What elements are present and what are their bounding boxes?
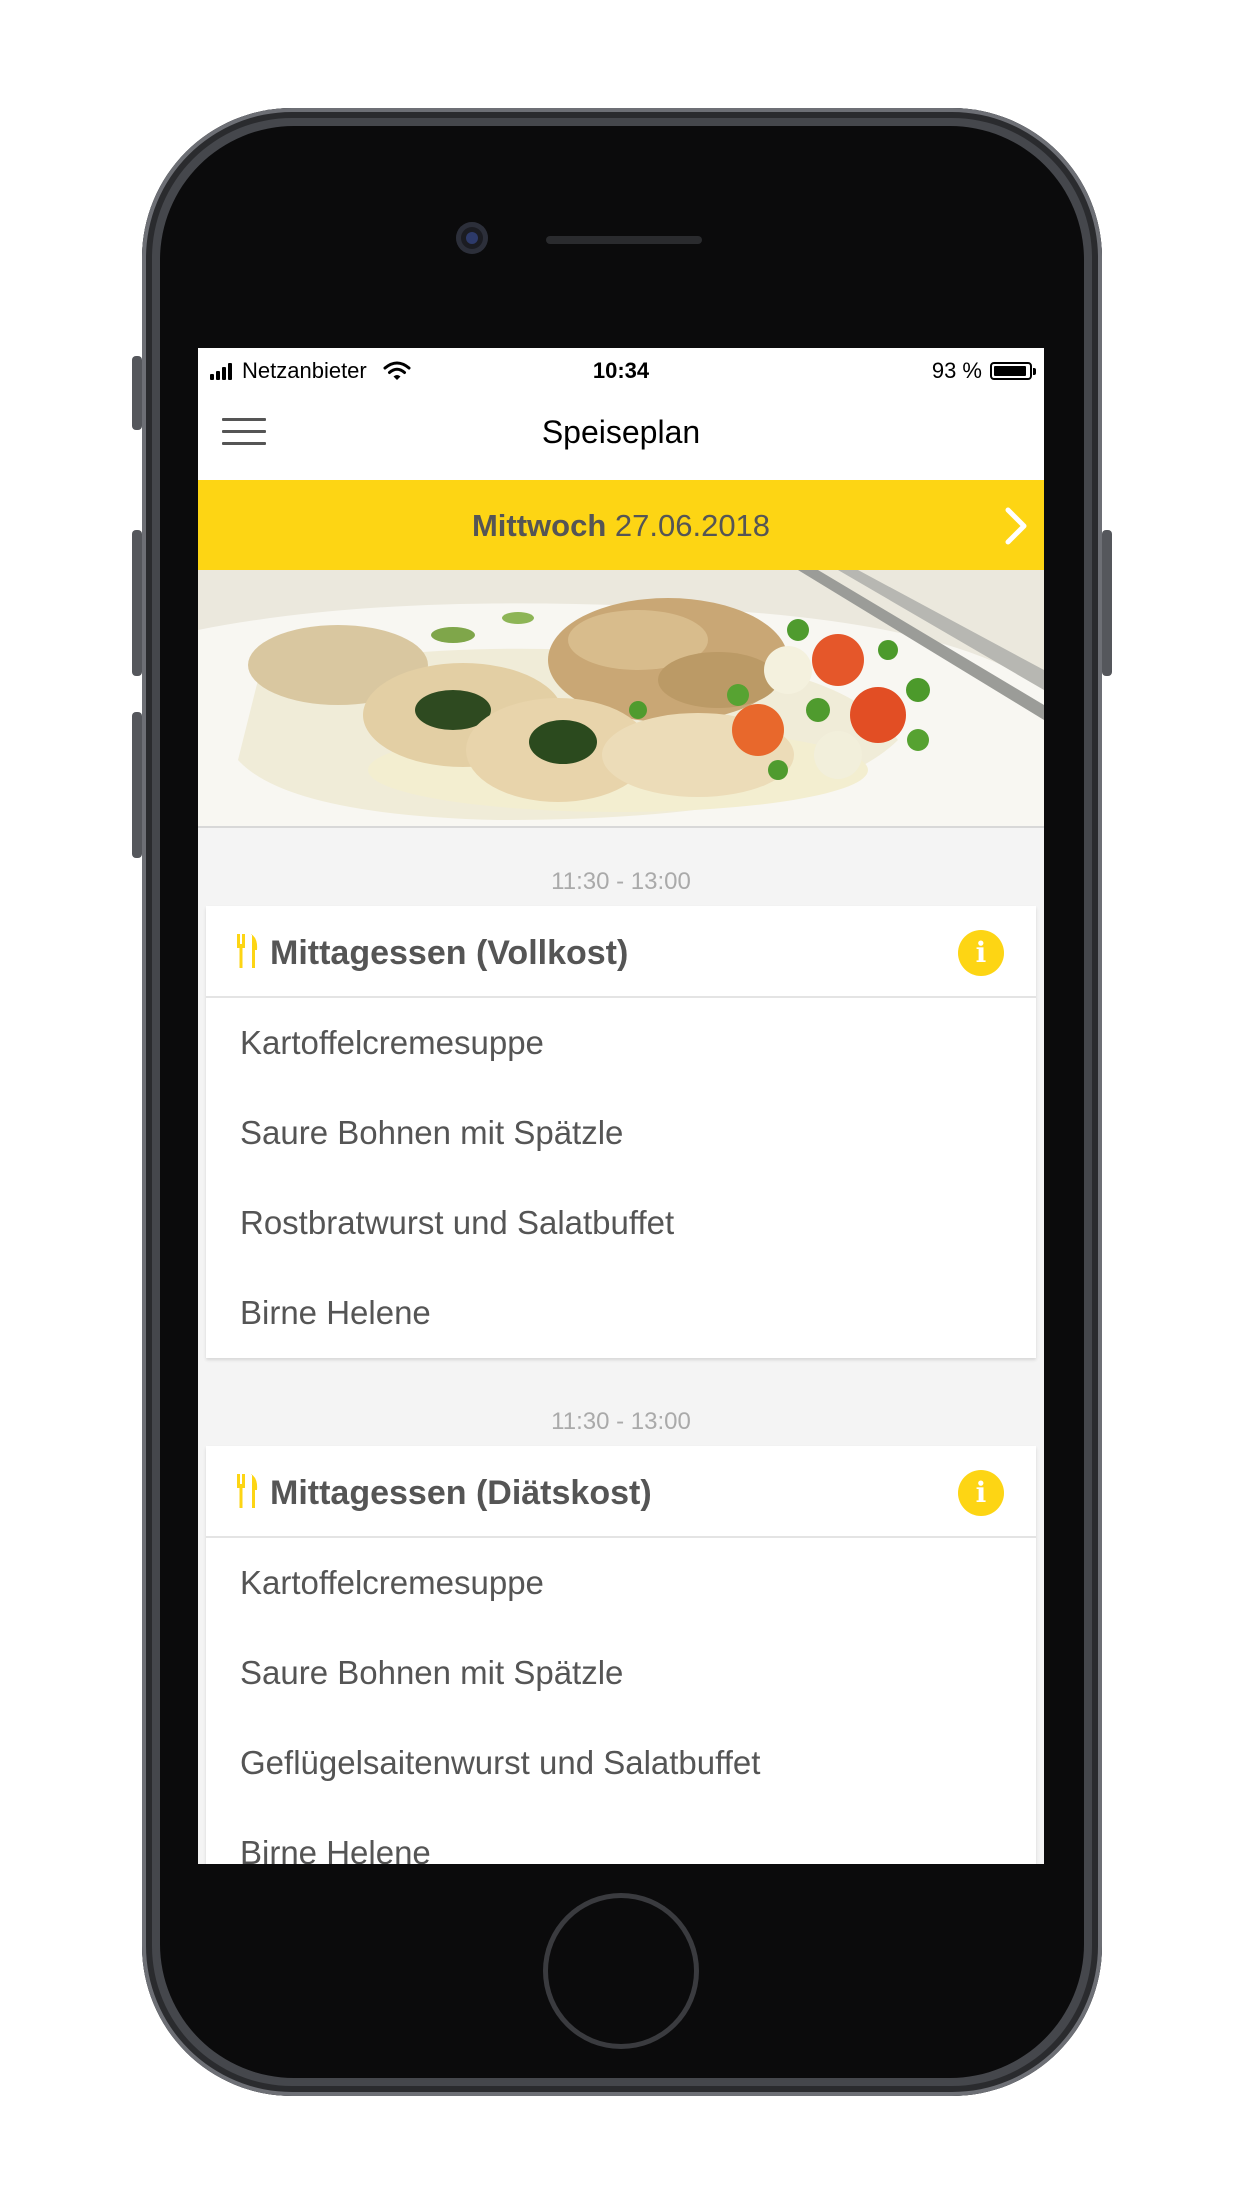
meal-title: Mittagessen (Vollkost) [270,934,629,972]
menu-item: Birne Helene [240,1834,431,1864]
meal-title: Mittagessen (Diätskost) [270,1474,652,1512]
info-icon[interactable]: i [958,930,1004,976]
chevron-right-icon[interactable] [996,504,1036,548]
meal-card: Mittagessen (Diätskost) i Kartoffelcreme… [206,1446,1036,1864]
status-bar: Netzanbieter 10:34 93 % [198,348,1044,392]
battery-level [994,366,1026,376]
menu-item: Geflügelsaitenwurst und Salatbuffet [240,1744,761,1781]
current-date: Mittwoch 27.06.2018 [198,508,1044,544]
battery-icon [990,362,1036,380]
info-icon[interactable]: i [958,1470,1004,1516]
volume-down-button [132,712,142,858]
menu-item: Kartoffelcremesuppe [240,1024,544,1061]
meal-photo [198,570,1044,828]
volume-up-button [132,530,142,676]
cutlery-icon [237,934,258,968]
status-right: 93 % [931,358,1036,384]
menu-item: Kartoffelcremesuppe [240,1564,544,1601]
menu-item: Saure Bohnen mit Spätzle [240,1654,624,1691]
date-label: 27.06.2018 [614,508,771,543]
meal-time: 11:30 - 13:00 [551,868,691,895]
battery-percentage: 93 % [931,358,982,383]
meal-card: Mittagessen (Vollkost) i Kartoffelcremes… [206,906,1036,1358]
earpiece-speaker [546,236,702,244]
app-screen: Netzanbieter 10:34 93 % Speiseplan Mittw… [198,348,1044,1864]
mute-switch [132,356,142,430]
navigation-bar: Speiseplan [198,392,1044,480]
menu-item: Rostbratwurst und Salatbuffet [240,1204,675,1241]
meal-time: 11:30 - 13:00 [551,1408,691,1435]
cutlery-icon [237,1474,258,1508]
power-button [1102,530,1112,676]
status-time: 10:34 [592,358,650,383]
menu-item: Saure Bohnen mit Spätzle [240,1114,624,1151]
front-camera [456,222,488,254]
meal-card-header: Mittagessen (Vollkost) i [206,906,1036,998]
page-title: Speiseplan [541,414,701,450]
home-button[interactable] [548,1898,694,2044]
menu-item: Birne Helene [240,1294,431,1331]
date-selector: Mittwoch 27.06.2018 [198,480,1044,570]
weekday-label: Mittwoch [471,508,607,543]
meal-card-header: Mittagessen (Diätskost) i [206,1446,1036,1538]
meal-photo-illustration [198,570,1044,826]
